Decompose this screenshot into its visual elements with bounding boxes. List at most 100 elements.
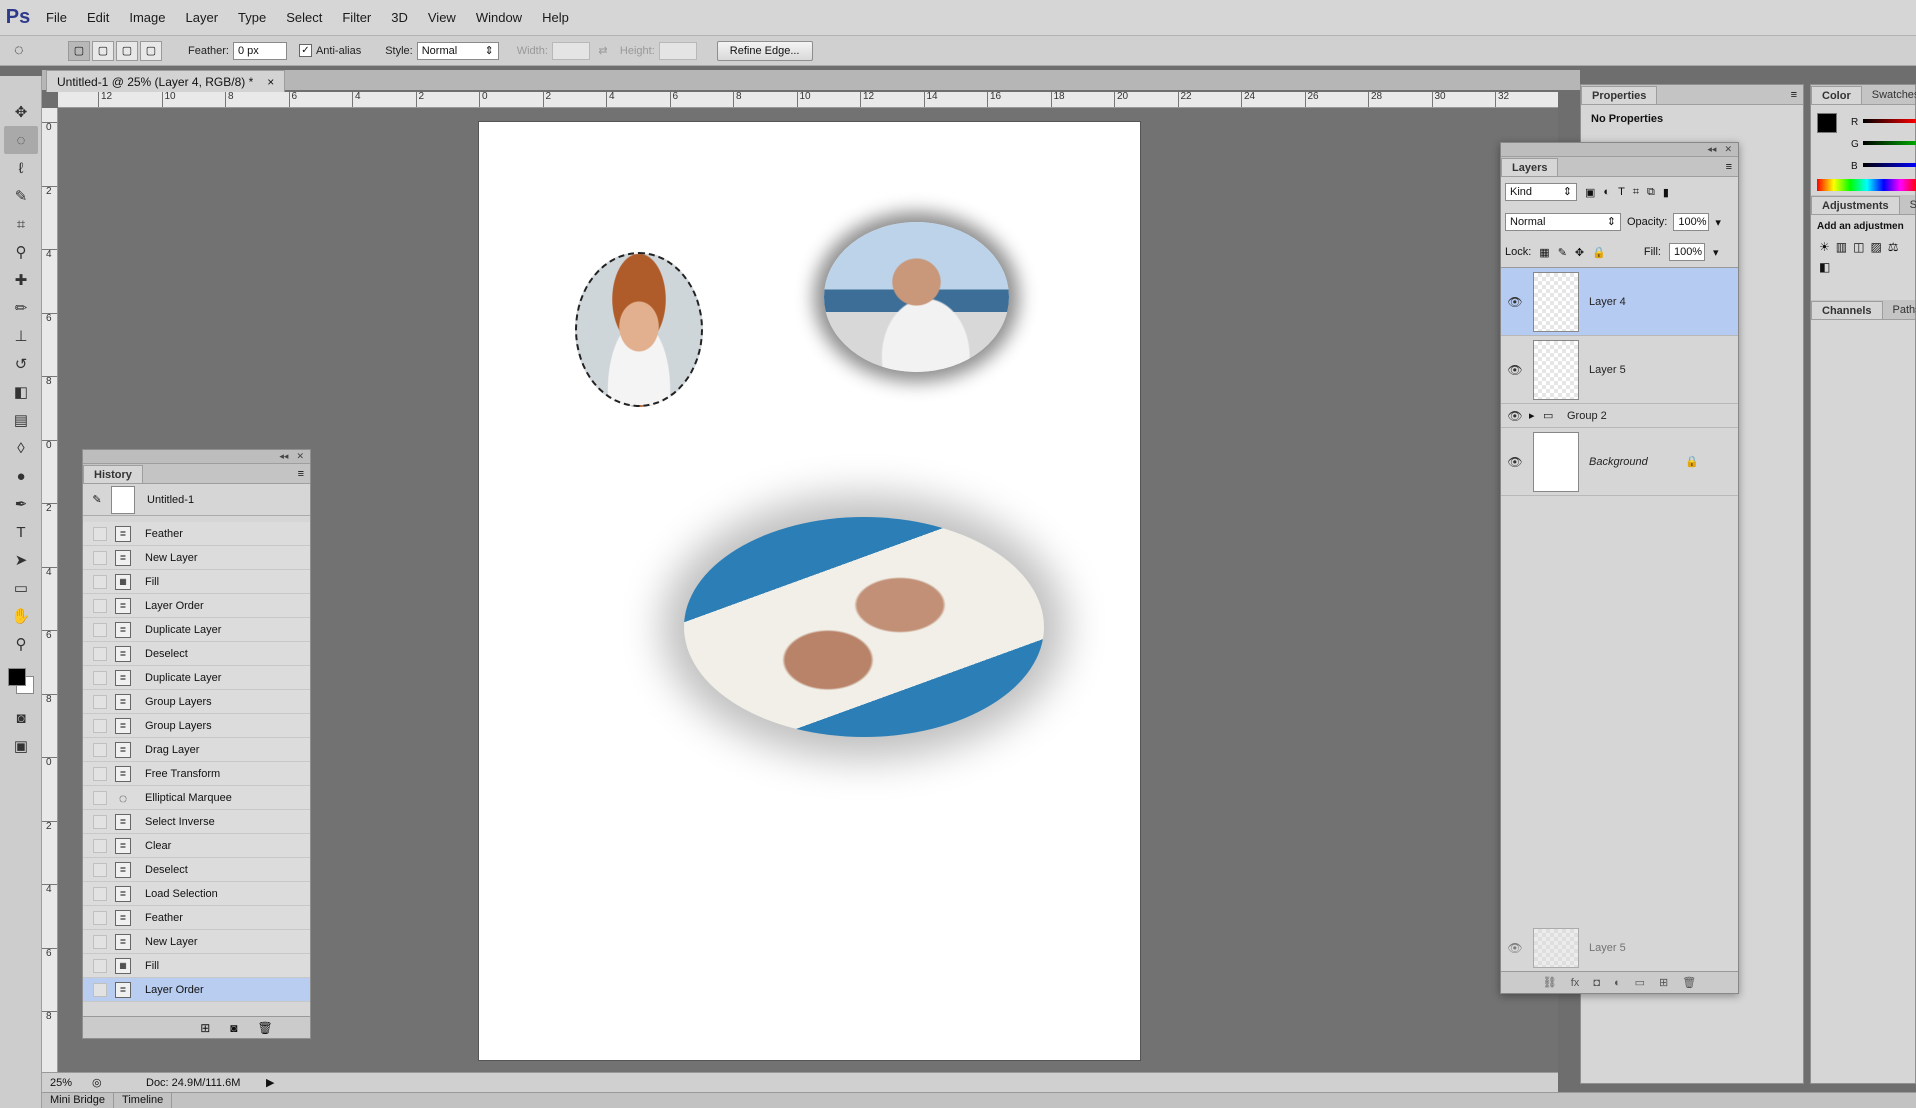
lock-position-icon[interactable]: ✥ (1575, 246, 1584, 259)
trash-icon[interactable]: 🗑 (1682, 976, 1696, 989)
lasso-tool-icon[interactable]: ℓ (4, 154, 38, 182)
history-item[interactable]: ≣ Group Layers (83, 714, 310, 738)
quick-selection-tool-icon[interactable]: ✎ (4, 182, 38, 210)
levels-icon[interactable]: ▥ (1836, 240, 1847, 254)
history-item[interactable]: ≣ Select Inverse (83, 810, 310, 834)
tab-adjustments[interactable]: Adjustments (1811, 196, 1900, 214)
lock-pixels-icon[interactable]: ✎ (1558, 246, 1567, 259)
tab-properties[interactable]: Properties (1581, 86, 1658, 104)
history-source-checkbox[interactable] (93, 526, 107, 541)
opacity-input[interactable]: 100% (1673, 213, 1710, 231)
zoom-tool-icon[interactable]: ⚲ (4, 630, 38, 658)
trash-icon[interactable]: 🗑 (258, 1021, 273, 1035)
history-item[interactable]: ≣ Deselect (83, 642, 310, 666)
tab-mini-bridge[interactable]: Mini Bridge (42, 1093, 115, 1108)
document-canvas[interactable] (479, 122, 1140, 1060)
menu-view[interactable]: View (418, 0, 466, 36)
collapse-icon[interactable]: ◂◂ (279, 451, 288, 462)
camera-icon[interactable]: ◙ (230, 1021, 237, 1035)
fill-input[interactable]: 100% (1668, 243, 1705, 261)
close-icon[interactable]: × (267, 72, 274, 92)
refine-edge-button[interactable]: Refine Edge... (716, 40, 813, 61)
eye-icon[interactable]: 👁 (1501, 409, 1529, 423)
lock-transparent-icon[interactable]: ▦ (1539, 246, 1549, 259)
status-menu-arrow-icon[interactable]: ▶ (266, 1076, 274, 1089)
lock-all-icon[interactable]: 🔒 (1592, 246, 1606, 259)
menu-type[interactable]: Type (228, 0, 276, 36)
document-tab[interactable]: Untitled-1 @ 25% (Layer 4, RGB/8) * × (46, 70, 286, 92)
menu-select[interactable]: Select (276, 0, 332, 36)
clone-stamp-tool-icon[interactable]: ⊥ (4, 322, 38, 350)
tab-history[interactable]: History (83, 465, 143, 483)
antialias-checkbox[interactable]: ✓ (298, 44, 312, 57)
eye-icon[interactable]: 👁 (1501, 363, 1529, 377)
menu-help[interactable]: Help (532, 0, 579, 36)
filter-smart-object-icon[interactable]: ⧉ (1647, 186, 1655, 199)
history-source-checkbox[interactable] (93, 910, 107, 925)
pen-tool-icon[interactable]: ✒ (4, 490, 38, 518)
adjustment-layer-icon[interactable]: ◐ (1614, 977, 1621, 989)
add-selection-mode-button[interactable]: ▢ (92, 40, 114, 61)
add-mask-icon[interactable]: ◘ (1593, 977, 1600, 989)
link-layers-icon[interactable]: ⛓ (1543, 976, 1557, 989)
history-source-checkbox[interactable] (93, 838, 107, 853)
tab-timeline[interactable]: Timeline (114, 1093, 173, 1108)
filter-type-icon[interactable]: T (1618, 186, 1625, 198)
balance-icon[interactable]: ⚖ (1888, 240, 1899, 254)
tab-styles[interactable]: Styl (1900, 196, 1916, 214)
group-expand-arrow-icon[interactable]: ▸ (1529, 409, 1543, 422)
chevron-down-icon[interactable]: ▾ (1713, 246, 1719, 259)
crop-tool-icon[interactable]: ⌗ (4, 210, 38, 238)
history-source-checkbox[interactable] (93, 982, 107, 997)
history-item[interactable]: ≣ Feather (83, 906, 310, 930)
layer-row-layer-4[interactable]: 👁 Layer 4 (1501, 268, 1738, 336)
status-info-icon[interactable]: ◎ (92, 1076, 116, 1089)
chevron-down-icon[interactable]: ▾ (1715, 216, 1721, 229)
gradient-tool-icon[interactable]: ▤ (4, 406, 38, 434)
green-slider[interactable] (1863, 141, 1916, 145)
brush-tool-icon[interactable]: ✏ (4, 294, 38, 322)
quick-mask-icon[interactable]: ◙ (4, 704, 38, 732)
history-source-checkbox[interactable] (93, 598, 107, 613)
history-item[interactable]: ≣ Group Layers (83, 690, 310, 714)
feather-input[interactable]: 0 px (232, 41, 287, 60)
screen-mode-icon[interactable]: ▣ (4, 732, 38, 760)
type-tool-icon[interactable]: T (4, 518, 38, 546)
move-tool-icon[interactable]: ✥ (4, 98, 38, 126)
menu-file[interactable]: File (36, 0, 77, 36)
menu-3d[interactable]: 3D (381, 0, 418, 36)
history-source-checkbox[interactable] (93, 862, 107, 877)
blur-tool-icon[interactable]: ◊ (4, 434, 38, 462)
eye-icon[interactable]: 👁 (1501, 295, 1529, 309)
history-source-checkbox[interactable] (93, 718, 107, 733)
new-document-from-state-icon[interactable]: ⊞ (200, 1021, 210, 1035)
history-brush-tool-icon[interactable]: ↺ (4, 350, 38, 378)
menu-image[interactable]: Image (119, 0, 175, 36)
tab-swatches[interactable]: Swatches (1862, 86, 1916, 104)
layer-style-icon[interactable]: fx (1571, 977, 1580, 989)
filter-shape-icon[interactable]: ⌗ (1633, 186, 1639, 199)
style-select[interactable]: Normal ⇕ (416, 41, 499, 60)
intersect-selection-mode-button[interactable]: ▢ (140, 40, 162, 61)
foreground-color-swatch[interactable] (1817, 113, 1837, 133)
path-selection-tool-icon[interactable]: ➤ (4, 546, 38, 574)
tab-channels[interactable]: Channels (1811, 301, 1883, 319)
history-item[interactable]: ≣ New Layer (83, 546, 310, 570)
history-item[interactable]: ≣ Clear (83, 834, 310, 858)
layer-row-background[interactable]: 👁 Background 🔒 (1501, 428, 1738, 496)
filter-pixel-icon[interactable]: ▣ (1585, 186, 1595, 199)
collapse-icon[interactable]: ◂◂ (1707, 144, 1716, 155)
history-source-checkbox[interactable] (93, 886, 107, 901)
subtract-selection-mode-button[interactable]: ▢ (116, 40, 138, 61)
foreground-color-swatch[interactable] (8, 668, 26, 686)
panel-menu-icon[interactable]: ≡ (292, 465, 310, 483)
history-item[interactable]: ▦ Fill (83, 570, 310, 594)
layer-row-group-2[interactable]: 👁 ▸ ▭ Group 2 (1501, 404, 1738, 428)
layer-filter-select[interactable]: Kind ⇕ (1505, 183, 1577, 201)
filter-adjustment-icon[interactable]: ◐ (1603, 186, 1610, 198)
history-item[interactable]: ≣ Duplicate Layer (83, 618, 310, 642)
curves-icon[interactable]: ◫ (1853, 240, 1864, 254)
close-panel-icon[interactable]: ✕ (296, 451, 304, 462)
tab-layers[interactable]: Layers (1501, 158, 1559, 176)
history-source-checkbox[interactable] (93, 934, 107, 949)
